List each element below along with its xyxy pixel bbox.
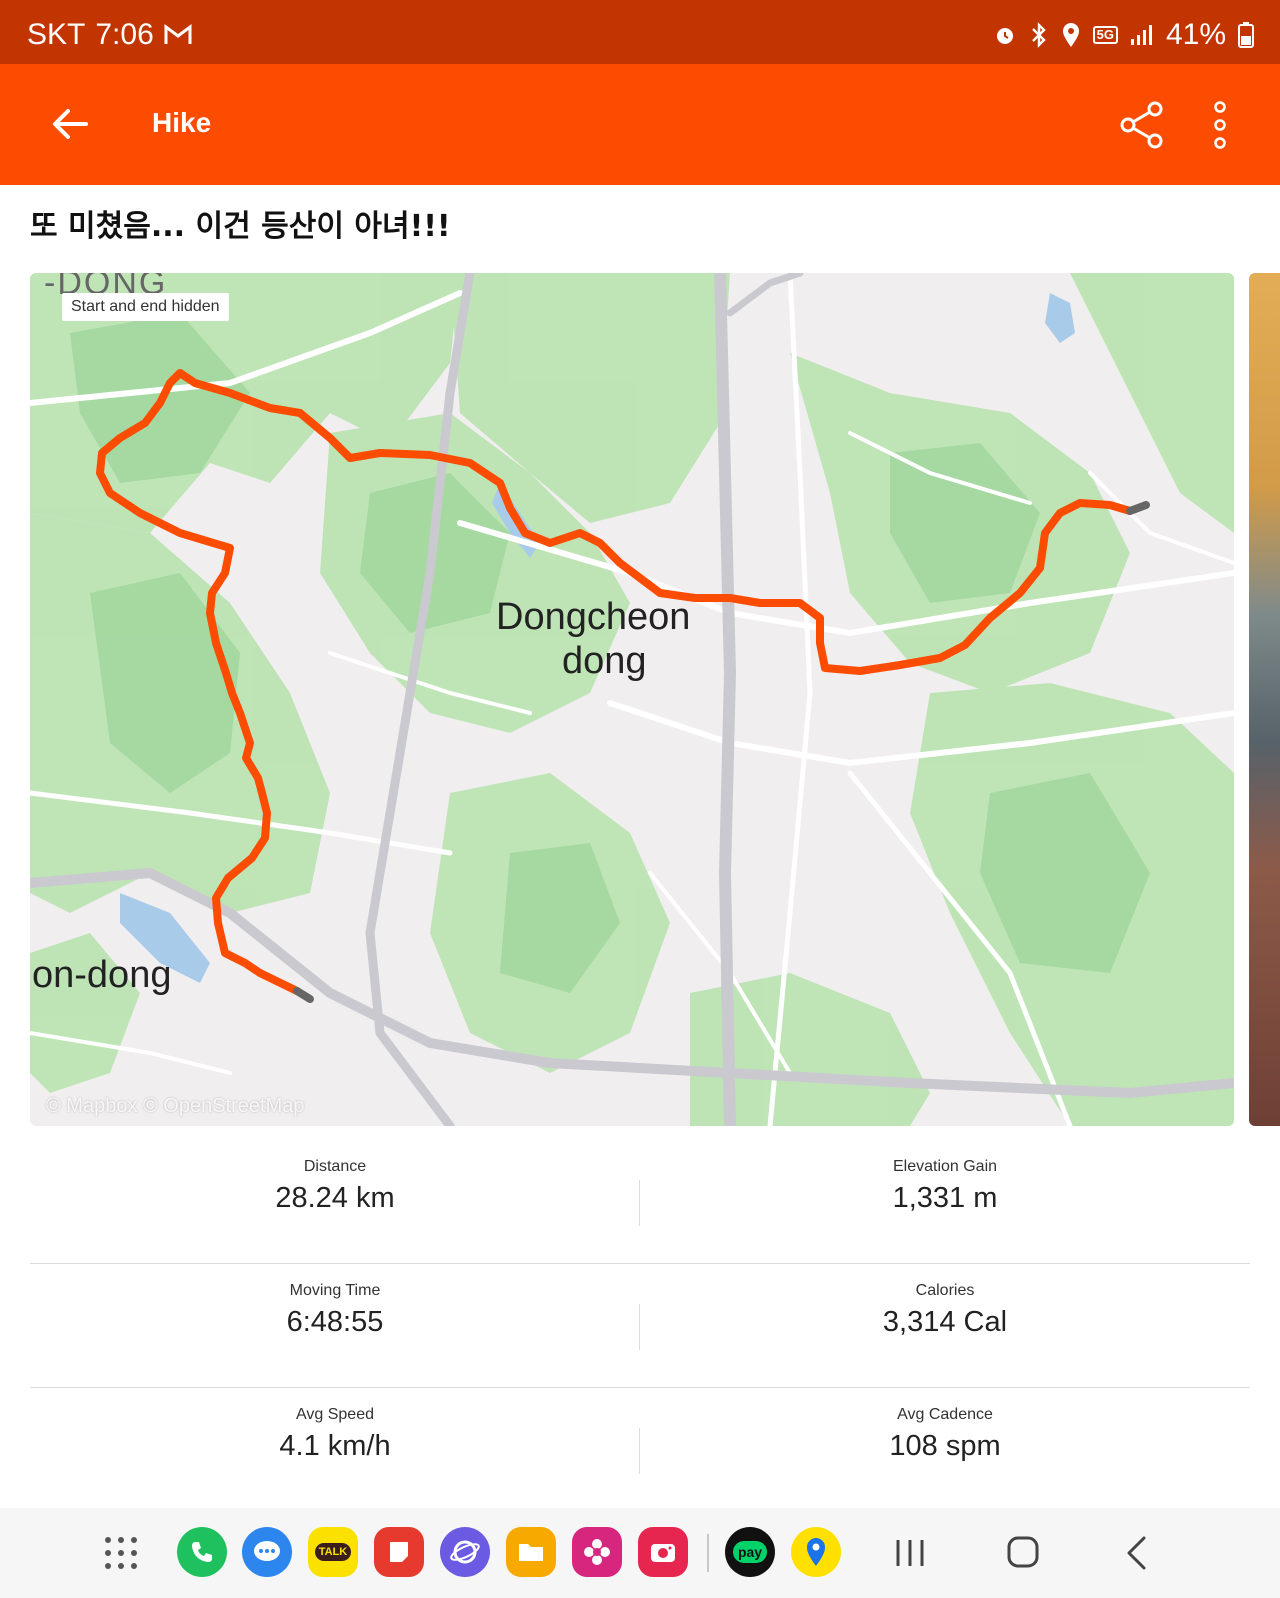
status-right: 5G 41% <box>993 18 1254 52</box>
maps-app-icon[interactable] <box>791 1527 841 1577</box>
clock: 7:06 <box>95 18 154 51</box>
dock-separator <box>707 1534 709 1572</box>
stat-value: 3,314 Cal <box>882 1306 1008 1338</box>
location-icon <box>1062 23 1079 47</box>
back-arrow-icon[interactable] <box>46 100 94 148</box>
pay-app-icon[interactable]: pay <box>725 1527 775 1577</box>
app-bar: Hike <box>0 64 1280 185</box>
map-canvas <box>30 273 1234 1126</box>
notes-app-icon[interactable] <box>374 1527 424 1577</box>
gallery-app-icon[interactable] <box>572 1527 622 1577</box>
recent-apps-icon[interactable] <box>893 1536 927 1570</box>
alarm-icon <box>996 28 1013 44</box>
stat-value: 28.24 km <box>275 1182 395 1214</box>
camera-app-icon[interactable] <box>638 1527 688 1577</box>
stat-row: Avg Speed 4.1 km/h Avg Cadence 108 spm <box>30 1388 1250 1511</box>
stat-label: Distance <box>303 1158 367 1175</box>
activity-title: 또 미쳤음... 이건 등산이 아녀!!! <box>30 209 451 244</box>
stat-avg-speed: Avg Speed 4.1 km/h <box>30 1406 640 1463</box>
privacy-badge: Start and end hidden <box>62 293 229 321</box>
battery-icon <box>1238 22 1254 48</box>
stat-calories: Calories 3,314 Cal <box>640 1282 1250 1339</box>
system-back-icon[interactable] <box>1124 1535 1150 1571</box>
stat-value: 6:48:55 <box>286 1306 384 1338</box>
bluetooth-icon <box>1031 22 1046 48</box>
share-icon[interactable] <box>1118 100 1166 150</box>
home-icon[interactable] <box>1006 1535 1040 1569</box>
pay-label: pay <box>732 1541 768 1563</box>
map-attribution: © Mapbox © OpenStreetMap <box>46 1095 305 1117</box>
kakaotalk-label: TALK <box>314 1543 352 1561</box>
signal-icon <box>1130 25 1152 45</box>
stats-grid: Distance 28.24 km Elevation Gain 1,331 m… <box>30 1140 1250 1511</box>
stat-value: 1,331 m <box>892 1182 998 1214</box>
internet-app-icon[interactable] <box>440 1527 490 1577</box>
more-options-icon[interactable] <box>1205 100 1235 150</box>
stat-label: Elevation Gain <box>892 1158 998 1175</box>
photo-thumbnail[interactable] <box>1249 273 1280 1126</box>
stat-row: Distance 28.24 km Elevation Gain 1,331 m <box>30 1140 1250 1264</box>
status-bar: SKT 7:06 5G 41% <box>0 0 1280 64</box>
battery-percent: 41% <box>1165 18 1226 51</box>
gmail-icon <box>164 24 192 44</box>
stat-value: 108 spm <box>889 1430 1001 1462</box>
carrier-label: SKT <box>27 18 86 51</box>
route-hidden-end <box>1126 501 1150 515</box>
apps-grid-icon[interactable] <box>104 1536 138 1570</box>
stat-label: Moving Time <box>289 1282 381 1299</box>
stat-value: 4.1 km/h <box>279 1430 391 1462</box>
page-title: Hike <box>152 107 212 138</box>
stat-row: Moving Time 6:48:55 Calories 3,314 Cal <box>30 1264 1250 1388</box>
map-label-bottom-left: on-dong <box>32 954 172 996</box>
stat-label: Avg Cadence <box>897 1406 993 1423</box>
map-label-center-2: dong <box>562 640 647 682</box>
kakaotalk-app-icon[interactable]: TALK <box>308 1527 358 1577</box>
messages-app-icon[interactable] <box>242 1527 292 1577</box>
status-left: SKT 7:06 <box>27 18 192 52</box>
stat-elevation-gain: Elevation Gain 1,331 m <box>640 1158 1250 1215</box>
route-map[interactable]: -DONG Start and end hidden Dongcheon don… <box>30 273 1234 1126</box>
phone-app-icon[interactable] <box>177 1527 227 1577</box>
stat-distance: Distance 28.24 km <box>30 1158 640 1215</box>
stat-moving-time: Moving Time 6:48:55 <box>30 1282 640 1339</box>
network-badge: 5G <box>1092 26 1118 44</box>
stat-label: Avg Speed <box>296 1406 374 1423</box>
stat-avg-cadence: Avg Cadence 108 spm <box>640 1406 1250 1463</box>
navigation-bar: TALK pay <box>0 1508 1280 1598</box>
stat-label: Calories <box>915 1282 975 1299</box>
files-app-icon[interactable] <box>506 1527 556 1577</box>
map-label-center-1: Dongcheon <box>496 596 691 638</box>
